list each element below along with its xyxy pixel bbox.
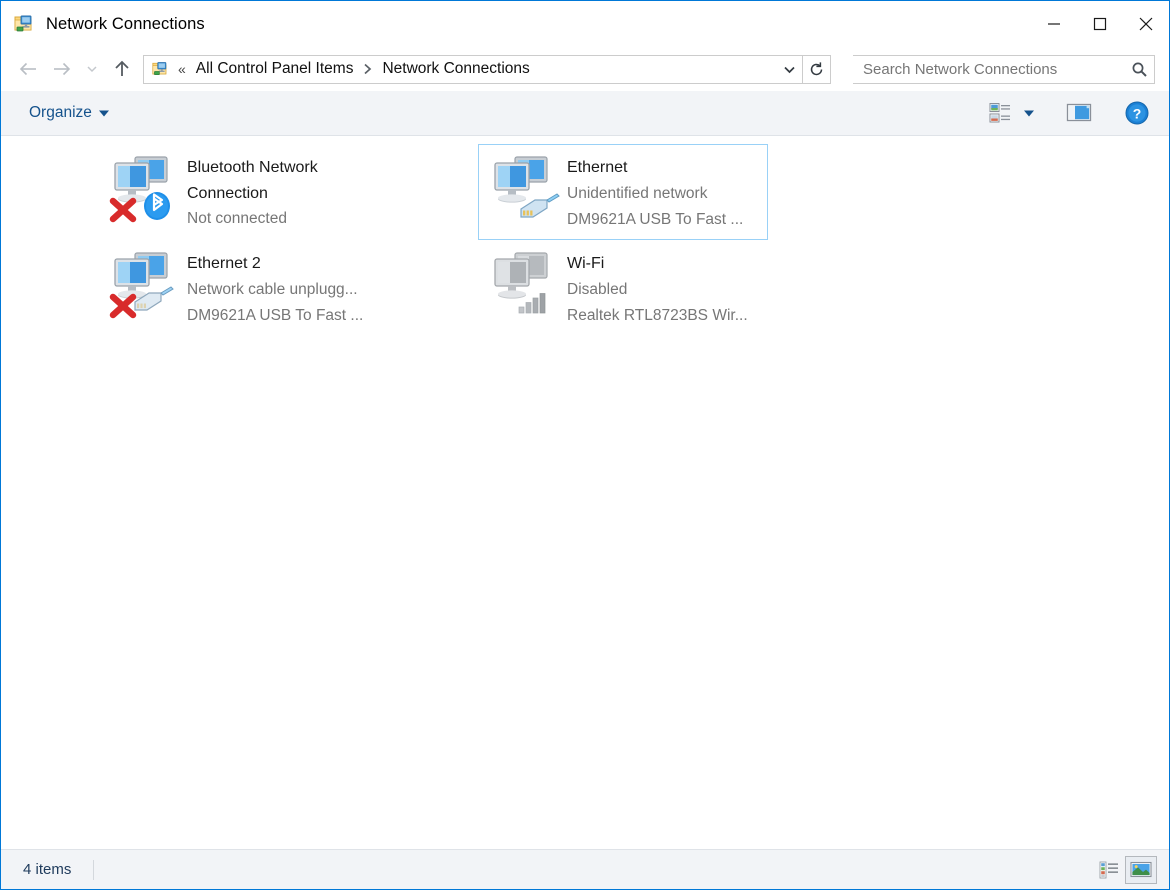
connection-status: Unidentified network: [567, 184, 708, 202]
connection-text: Ethernet Unidentified network DM9621A US…: [567, 151, 743, 233]
rj45-badge: [520, 193, 560, 218]
network-connections-window: Network Connections « All Control Panel …: [0, 0, 1170, 890]
connection-item-ethernet[interactable]: Ethernet Unidentified network DM9621A US…: [478, 144, 768, 241]
connection-name: Wi-Fi: [567, 255, 605, 273]
view-options-button[interactable]: [983, 98, 1019, 128]
connection-device: DM9621A USB To Fast ...: [187, 307, 364, 325]
breadcrumb-overflow[interactable]: «: [178, 61, 186, 77]
connections-grid: Bluetooth Network Connection Not connect…: [1, 144, 1169, 337]
connection-device: Realtek RTL8723BS Wir...: [567, 307, 748, 325]
connection-text: Wi-Fi Disabled Realtek RTL8723BS Wir...: [567, 247, 748, 329]
refresh-icon: [810, 61, 823, 75]
network-folder-icon: [14, 15, 32, 32]
large-icons-view-icon: [1130, 861, 1152, 878]
search-icon[interactable]: [1124, 56, 1154, 83]
preview-pane-button[interactable]: [1061, 98, 1097, 128]
red-x-overlay: [109, 294, 137, 319]
chevron-down-icon: [1024, 110, 1034, 116]
connection-status: Disabled: [567, 280, 628, 298]
search-box[interactable]: Search Network Connections: [853, 54, 1155, 84]
breadcrumb-item-control-panel[interactable]: All Control Panel Items: [193, 58, 357, 80]
item-count: 4 items: [23, 861, 72, 878]
svg-text:?: ?: [1133, 106, 1142, 122]
maximize-button[interactable]: [1077, 1, 1123, 47]
preview-pane-icon: [1066, 103, 1092, 122]
title-bar: Network Connections: [1, 1, 1169, 47]
up-button[interactable]: [105, 52, 139, 86]
network-adapter-icon: [109, 156, 170, 223]
status-bar: 4 items: [1, 849, 1169, 889]
breadcrumb-chevron-icon[interactable]: [363, 63, 372, 75]
connection-name: Bluetooth Network Connection: [187, 159, 318, 202]
breadcrumb-item-network-connections[interactable]: Network Connections: [379, 58, 532, 80]
command-bar: Organize ?: [1, 91, 1169, 136]
help-button[interactable]: ?: [1119, 98, 1155, 128]
close-button[interactable]: [1123, 1, 1169, 47]
organize-button[interactable]: Organize: [23, 100, 115, 126]
search-input[interactable]: Search Network Connections: [853, 61, 1124, 78]
network-adapter-icon: [494, 156, 560, 218]
minimize-button[interactable]: [1031, 1, 1077, 47]
connection-text: Bluetooth Network Connection Not connect…: [187, 151, 379, 233]
back-button[interactable]: [11, 52, 45, 86]
connection-status: Not connected: [187, 210, 287, 228]
connection-text: Ethernet 2 Network cable unplugg... DM96…: [187, 247, 363, 329]
connection-device: DM9621A USB To Fast ...: [567, 210, 744, 228]
recent-locations-button[interactable]: [79, 52, 105, 86]
details-view-icon: [1099, 861, 1118, 878]
view-options-icon: [989, 103, 1010, 123]
connection-item-bluetooth[interactable]: Bluetooth Network Connection Not connect…: [98, 144, 388, 240]
window-controls: [1031, 1, 1169, 47]
address-dropdown-chevron-icon[interactable]: [776, 56, 802, 83]
bluetooth-badge: [144, 192, 170, 220]
connection-item-ethernet-2[interactable]: Ethernet 2 Network cable unplugg... DM96…: [98, 240, 388, 336]
help-icon: ?: [1125, 101, 1149, 125]
address-bar: « All Control Panel Items Network Connec…: [1, 47, 1169, 91]
refresh-button[interactable]: [803, 54, 831, 84]
rj45-badge: [134, 286, 174, 311]
network-adapter-icon: [494, 252, 548, 314]
red-x-overlay: [109, 197, 137, 223]
connection-status: Network cable unplugg...: [187, 280, 358, 298]
window-title: Network Connections: [46, 14, 205, 33]
forward-button[interactable]: [45, 52, 79, 86]
breadcrumb-network-folder-icon: [152, 62, 167, 76]
connection-item-wifi[interactable]: Wi-Fi Disabled Realtek RTL8723BS Wir...: [478, 240, 768, 336]
network-adapter-icon: [109, 252, 174, 319]
connection-name: Ethernet 2: [187, 255, 261, 273]
chevron-down-icon: [98, 110, 109, 116]
connections-content: Bluetooth Network Connection Not connect…: [1, 136, 1169, 856]
view-options-caret[interactable]: [1019, 98, 1039, 128]
details-view-button[interactable]: [1093, 856, 1125, 884]
large-icons-view-button[interactable]: [1125, 855, 1157, 884]
organize-label: Organize: [29, 104, 92, 121]
breadcrumb-bar[interactable]: « All Control Panel Items Network Connec…: [143, 54, 803, 84]
status-divider: [93, 859, 95, 880]
connection-name: Ethernet: [567, 159, 628, 176]
